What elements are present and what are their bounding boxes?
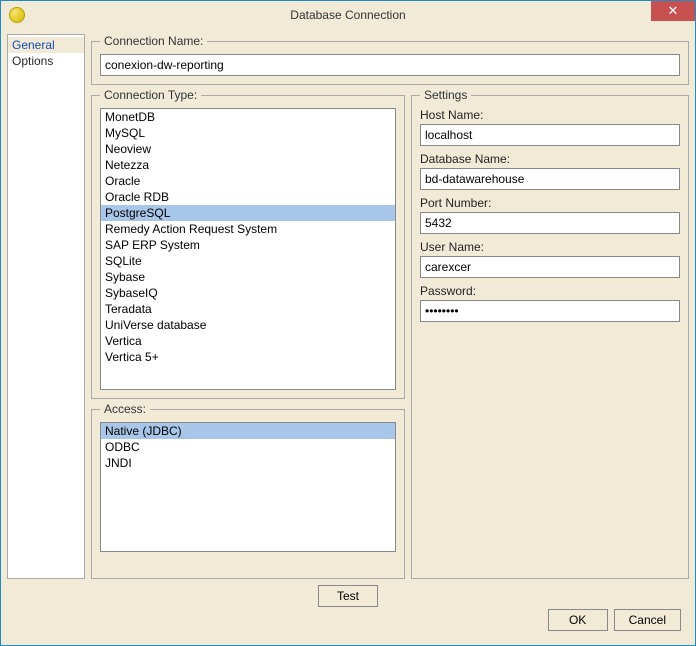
list-item[interactable]: Sybase — [101, 269, 395, 285]
list-item[interactable]: Vertica — [101, 333, 395, 349]
connection-type-label: Connection Type: — [100, 88, 201, 102]
connection-type-listbox[interactable]: MonetDBMySQLNeoviewNetezzaOracleOracle R… — [100, 108, 396, 390]
list-item[interactable]: SybaseIQ — [101, 285, 395, 301]
connection-name-input[interactable] — [100, 54, 680, 76]
list-item[interactable]: Native (JDBC) — [101, 423, 395, 439]
two-column-area: Connection Type: MonetDBMySQLNeoviewNete… — [91, 88, 689, 579]
password-label: Password: — [420, 284, 680, 298]
test-button[interactable]: Test — [318, 585, 378, 607]
port-number-input[interactable] — [420, 212, 680, 234]
sidebar: General Options — [7, 34, 85, 579]
dialog-window: Database Connection ✕ General Options Co… — [0, 0, 696, 646]
app-icon — [9, 7, 25, 23]
password-input[interactable] — [420, 300, 680, 322]
list-item[interactable]: JNDI — [101, 455, 395, 471]
port-number-label: Port Number: — [420, 196, 680, 210]
list-item[interactable]: MonetDB — [101, 109, 395, 125]
host-name-label: Host Name: — [420, 108, 680, 122]
sidebar-item-label: Options — [12, 54, 53, 68]
list-item[interactable]: Vertica 5+ — [101, 349, 395, 365]
list-item[interactable]: Oracle RDB — [101, 189, 395, 205]
connection-type-group: Connection Type: MonetDBMySQLNeoviewNete… — [91, 88, 405, 399]
user-name-input[interactable] — [420, 256, 680, 278]
connection-name-group: Connection Name: — [91, 34, 689, 85]
access-label: Access: — [100, 402, 150, 416]
sidebar-item-label: General — [12, 38, 55, 52]
content-row: General Options Connection Name: Connect… — [7, 34, 689, 579]
main-panel: Connection Name: Connection Type: MonetD… — [91, 34, 689, 579]
footer-buttons: OK Cancel — [548, 609, 681, 631]
close-button[interactable]: ✕ — [651, 1, 695, 21]
connection-name-label: Connection Name: — [100, 34, 207, 48]
settings-group: Settings Host Name: Database Name: Port … — [411, 88, 689, 579]
cancel-button[interactable]: Cancel — [614, 609, 681, 631]
sidebar-item-options[interactable]: Options — [8, 53, 84, 69]
database-name-label: Database Name: — [420, 152, 680, 166]
access-listbox[interactable]: Native (JDBC)ODBCJNDI — [100, 422, 396, 552]
right-column: Settings Host Name: Database Name: Port … — [411, 88, 689, 579]
left-column: Connection Type: MonetDBMySQLNeoviewNete… — [91, 88, 405, 579]
list-item[interactable]: Teradata — [101, 301, 395, 317]
settings-legend: Settings — [420, 88, 471, 102]
sidebar-item-general[interactable]: General — [8, 37, 84, 53]
list-item[interactable]: SQLite — [101, 253, 395, 269]
titlebar: Database Connection ✕ — [1, 1, 695, 29]
list-item[interactable]: Oracle — [101, 173, 395, 189]
list-item[interactable]: UniVerse database — [101, 317, 395, 333]
list-item[interactable]: SAP ERP System — [101, 237, 395, 253]
test-button-row: Test — [7, 585, 689, 607]
database-name-input[interactable] — [420, 168, 680, 190]
user-name-label: User Name: — [420, 240, 680, 254]
list-item[interactable]: Neoview — [101, 141, 395, 157]
access-group: Access: Native (JDBC)ODBCJNDI — [91, 402, 405, 579]
dialog-body: General Options Connection Name: Connect… — [7, 34, 689, 639]
list-item[interactable]: PostgreSQL — [101, 205, 395, 221]
ok-button[interactable]: OK — [548, 609, 608, 631]
list-item[interactable]: MySQL — [101, 125, 395, 141]
host-name-input[interactable] — [420, 124, 680, 146]
window-title: Database Connection — [1, 8, 695, 22]
list-item[interactable]: Remedy Action Request System — [101, 221, 395, 237]
list-item[interactable]: Netezza — [101, 157, 395, 173]
close-icon: ✕ — [668, 3, 679, 19]
list-item[interactable]: ODBC — [101, 439, 395, 455]
